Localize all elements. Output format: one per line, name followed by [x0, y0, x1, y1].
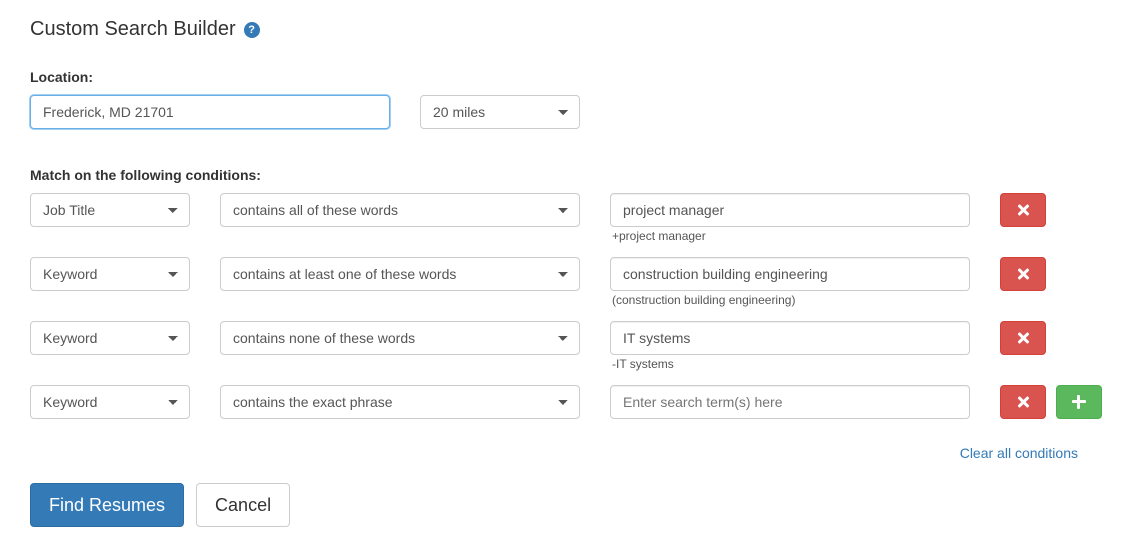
field-select[interactable]: Keyword [30, 257, 190, 291]
term-input[interactable] [610, 257, 970, 291]
term-hint: +project manager [610, 229, 970, 243]
remove-condition-button[interactable] [1000, 257, 1046, 291]
remove-condition-button[interactable] [1000, 385, 1046, 419]
location-label: Location: [30, 69, 1118, 85]
help-icon[interactable]: ? [244, 22, 260, 38]
location-input[interactable] [30, 95, 390, 129]
condition-row: Keyword contains at least one of these w… [30, 257, 1118, 307]
term-input[interactable] [610, 385, 970, 419]
term-hint: (construction building engineering) [610, 293, 970, 307]
conditions-label: Match on the following conditions: [30, 167, 1118, 183]
condition-row: Keyword contains the exact phrase [30, 385, 1118, 419]
close-icon [1016, 331, 1030, 345]
operator-select[interactable]: contains at least one of these words [220, 257, 580, 291]
term-input[interactable] [610, 321, 970, 355]
term-hint: -IT systems [610, 357, 970, 371]
close-icon [1016, 203, 1030, 217]
plus-icon [1072, 395, 1086, 409]
condition-row: Job Title contains all of these words +p… [30, 193, 1118, 243]
clear-all-link[interactable]: Clear all conditions [960, 445, 1078, 461]
condition-row: Keyword contains none of these words -IT… [30, 321, 1118, 371]
close-icon [1016, 267, 1030, 281]
find-resumes-button[interactable]: Find Resumes [30, 483, 184, 527]
page-title: Custom Search Builder [30, 18, 236, 41]
radius-select[interactable]: 20 miles [420, 95, 580, 129]
remove-condition-button[interactable] [1000, 321, 1046, 355]
cancel-button[interactable]: Cancel [196, 483, 290, 527]
term-input[interactable] [610, 193, 970, 227]
header: Custom Search Builder ? [30, 18, 1118, 41]
operator-select[interactable]: contains the exact phrase [220, 385, 580, 419]
footer-actions: Find Resumes Cancel [30, 483, 1118, 527]
operator-select[interactable]: contains all of these words [220, 193, 580, 227]
field-select[interactable]: Keyword [30, 321, 190, 355]
operator-select[interactable]: contains none of these words [220, 321, 580, 355]
add-condition-button[interactable] [1056, 385, 1102, 419]
field-select[interactable]: Keyword [30, 385, 190, 419]
field-select[interactable]: Job Title [30, 193, 190, 227]
close-icon [1016, 395, 1030, 409]
location-row: 20 miles [30, 95, 1118, 129]
remove-condition-button[interactable] [1000, 193, 1046, 227]
